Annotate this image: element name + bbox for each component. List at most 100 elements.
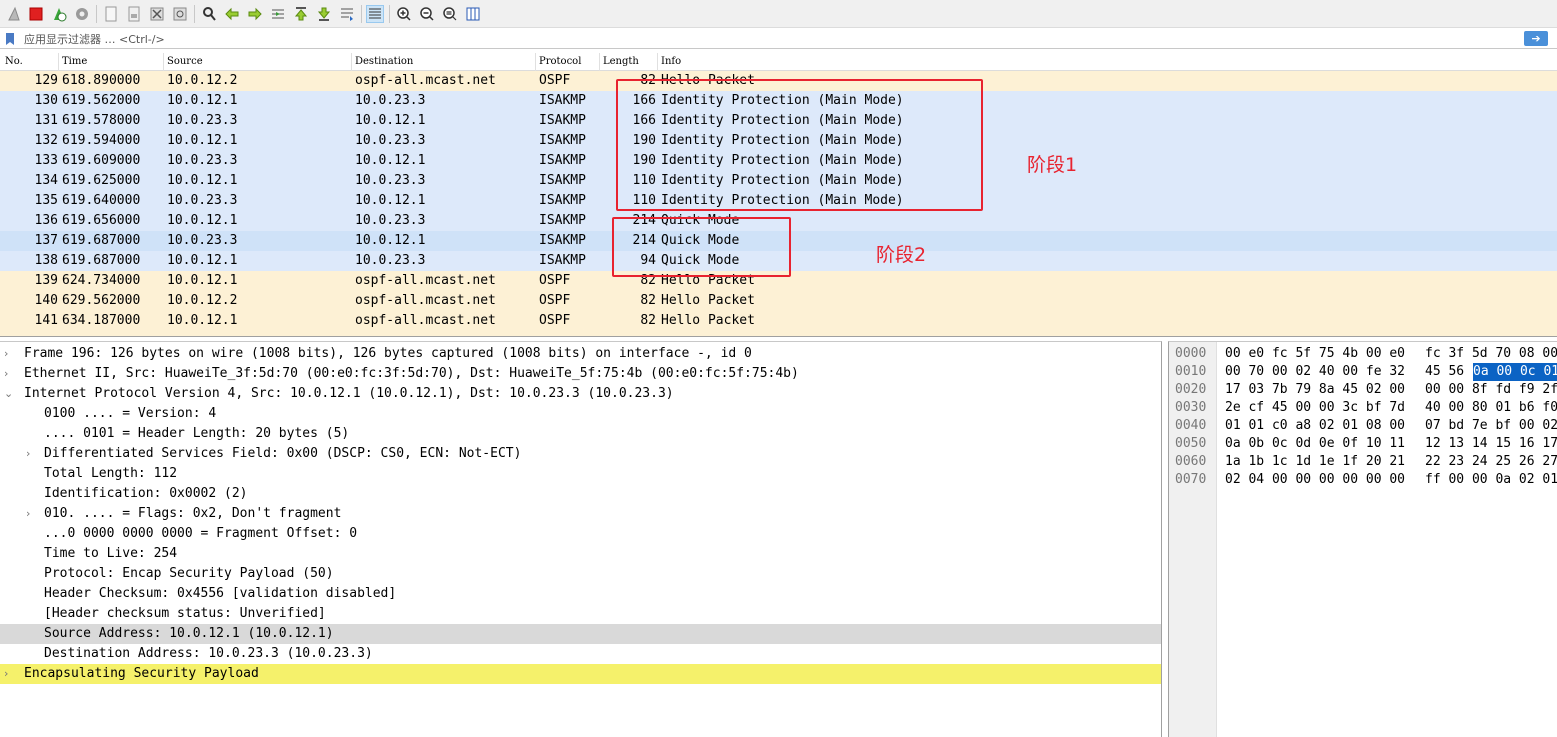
packet-destination: 10.0.23.3 (355, 173, 426, 188)
collapsed-arrow-icon[interactable]: › (26, 444, 38, 464)
shark-fin-start-icon[interactable] (5, 5, 23, 23)
detail-tree-item[interactable]: Source Address: 10.0.12.1 (10.0.12.1) (0, 624, 1161, 644)
packet-row-partial (0, 331, 1557, 336)
detail-tree-item[interactable]: Header Checksum: 0x4556 [validation disa… (0, 584, 1161, 604)
column-header-source[interactable]: Source (167, 56, 203, 67)
stop-capture-icon[interactable] (27, 5, 45, 23)
go-forward-icon[interactable] (246, 5, 264, 23)
phase2-highlight-box (612, 217, 791, 277)
colorize-icon[interactable] (366, 5, 384, 23)
packet-time: 619.656000 (62, 213, 141, 228)
packet-time: 624.734000 (62, 273, 141, 288)
find-packet-icon[interactable] (200, 5, 218, 23)
packet-protocol: ISAKMP (539, 113, 586, 128)
packet-time: 618.890000 (62, 73, 141, 88)
packet-source: 10.0.12.2 (167, 73, 238, 88)
open-file-icon[interactable] (102, 5, 120, 23)
phase1-label: 阶段1 (1027, 154, 1078, 176)
detail-text: .... 0101 = Header Length: 20 bytes (5) (44, 426, 350, 441)
detail-text: 0100 .... = Version: 4 (44, 406, 217, 421)
collapsed-arrow-icon[interactable]: › (4, 664, 16, 684)
detail-text: 010. .... = Flags: 0x2, Don't fragment (44, 506, 342, 521)
column-header-info[interactable]: Info (661, 56, 681, 67)
zoom-normal-icon[interactable] (441, 5, 459, 23)
detail-tree-item[interactable]: › Encapsulating Security Payload (0, 664, 1161, 684)
packet-no: 131 (34, 113, 58, 128)
go-back-icon[interactable] (223, 5, 241, 23)
packet-row[interactable]: 141 634.187000 10.0.12.1 ospf-all.mcast.net… (0, 311, 1557, 331)
packet-row[interactable]: 140 629.562000 10.0.12.2 ospf-all.mcast.net… (0, 291, 1557, 311)
go-last-icon[interactable] (315, 5, 333, 23)
packet-no: 139 (34, 273, 58, 288)
packet-time: 634.187000 (62, 313, 141, 328)
close-file-icon[interactable] (148, 5, 166, 23)
packet-destination: ospf-all.mcast.net (355, 273, 496, 288)
display-filter-input[interactable] (22, 30, 1518, 48)
auto-scroll-icon[interactable] (338, 5, 356, 23)
hex-bytes-group2: ff 00 00 0a 02 01 (1425, 472, 1557, 487)
expanded-arrow-icon[interactable]: ⌄ (4, 384, 16, 404)
detail-tree-item[interactable]: ...0 0000 0000 0000 = Fragment Offset: 0 (0, 524, 1161, 544)
detail-tree-item[interactable]: Identification: 0x0002 (2) (0, 484, 1161, 504)
detail-tree-item[interactable]: › 010. .... = Flags: 0x2, Don't fragment (0, 504, 1161, 524)
detail-tree-item[interactable]: › Differentiated Services Field: 0x00 (DS… (0, 444, 1161, 464)
column-header-time[interactable]: Time (62, 56, 87, 67)
detail-tree-item[interactable]: [Header checksum status: Unverified] (0, 604, 1161, 624)
capture-options-icon[interactable] (73, 5, 91, 23)
hex-bytes-group2: fc 3f 5d 70 08 00 (1425, 346, 1557, 361)
packet-protocol: ISAKMP (539, 193, 586, 208)
hex-row[interactable]: 0070 02 04 00 00 00 00 00 00 ff 00 00 0a 0… (1169, 471, 1557, 489)
hex-offset: 0060 (1175, 454, 1207, 469)
zoom-out-icon[interactable] (418, 5, 436, 23)
collapsed-arrow-icon[interactable]: › (4, 364, 16, 384)
detail-tree-item[interactable]: 0100 .... = Version: 4 (0, 404, 1161, 424)
hex-row[interactable]: 0050 0a 0b 0c 0d 0e 0f 10 11 12 13 14 15 1… (1169, 435, 1557, 453)
apply-filter-button[interactable]: ➔ (1524, 31, 1548, 46)
packet-time: 619.609000 (62, 153, 141, 168)
packet-destination: ospf-all.mcast.net (355, 293, 496, 308)
hex-row[interactable]: 0060 1a 1b 1c 1d 1e 1f 20 21 22 23 24 25 2… (1169, 453, 1557, 471)
hex-row[interactable]: 0010 00 70 00 02 40 00 fe 32 45 56 0a 00 0c… (1169, 363, 1557, 381)
hex-row[interactable]: 0030 2e cf 45 00 00 3c bf 7d 40 00 80 01 b… (1169, 399, 1557, 417)
detail-tree-item[interactable]: .... 0101 = Header Length: 20 bytes (5) (0, 424, 1161, 444)
detail-text: Identification: 0x0002 (2) (44, 486, 248, 501)
resize-columns-icon[interactable] (464, 5, 482, 23)
zoom-in-icon[interactable] (395, 5, 413, 23)
hex-bytes-group1: 2e cf 45 00 00 3c bf 7d (1225, 400, 1406, 415)
packet-source: 10.0.23.3 (167, 193, 238, 208)
filter-bookmark-icon[interactable] (4, 32, 16, 46)
packet-no: 136 (34, 213, 58, 228)
hex-row[interactable]: 0040 01 01 c0 a8 02 01 08 00 07 bd 7e bf 0… (1169, 417, 1557, 435)
packet-source: 10.0.12.1 (167, 173, 238, 188)
hex-bytes-selected: 0a 00 0c 01 (1473, 363, 1557, 381)
hex-offset: 0040 (1175, 418, 1207, 433)
detail-tree-item[interactable]: ⌄ Internet Protocol Version 4, Src: 10.0.… (0, 384, 1161, 404)
restart-capture-icon[interactable] (50, 5, 68, 23)
detail-tree-item[interactable]: Destination Address: 10.0.23.3 (10.0.23.… (0, 644, 1161, 664)
reload-file-icon[interactable] (171, 5, 189, 23)
hex-row[interactable]: 0020 17 03 7b 79 8a 45 02 00 00 00 8f fd f… (1169, 381, 1557, 399)
go-to-packet-icon[interactable] (269, 5, 287, 23)
hex-row[interactable]: 0000 00 e0 fc 5f 75 4b 00 e0 fc 3f 5d 70 0… (1169, 345, 1557, 363)
save-file-icon[interactable] (125, 5, 143, 23)
column-header-no[interactable]: No. (5, 56, 23, 67)
detail-text: Ethernet II, Src: HuaweiTe_3f:5d:70 (00:… (24, 366, 799, 381)
hex-bytes-group1: 0a 0b 0c 0d 0e 0f 10 11 (1225, 436, 1406, 451)
collapsed-arrow-icon[interactable]: › (26, 504, 38, 524)
hex-bytes-group1: 17 03 7b 79 8a 45 02 00 (1225, 382, 1406, 397)
column-header-destination[interactable]: Destination (355, 56, 413, 67)
packet-destination: 10.0.23.3 (355, 93, 426, 108)
hex-bytes-group2: 07 bd 7e bf 00 02 (1425, 418, 1557, 433)
detail-tree-item[interactable]: › Ethernet II, Src: HuaweiTe_3f:5d:70 (00… (0, 364, 1161, 384)
hex-offset: 0070 (1175, 472, 1207, 487)
go-first-icon[interactable] (292, 5, 310, 23)
detail-tree-item[interactable]: › Frame 196: 126 bytes on wire (1008 bits… (0, 344, 1161, 364)
detail-text: Header Checksum: 0x4556 [validation disa… (44, 586, 397, 601)
detail-tree-item[interactable]: Time to Live: 254 (0, 544, 1161, 564)
column-header-protocol[interactable]: Protocol (539, 56, 581, 67)
packet-destination: 10.0.23.3 (355, 213, 426, 228)
detail-tree-item[interactable]: Total Length: 112 (0, 464, 1161, 484)
column-header-length[interactable]: Length (603, 56, 639, 67)
detail-tree-item[interactable]: Protocol: Encap Security Payload (50) (0, 564, 1161, 584)
collapsed-arrow-icon[interactable]: › (4, 344, 16, 364)
